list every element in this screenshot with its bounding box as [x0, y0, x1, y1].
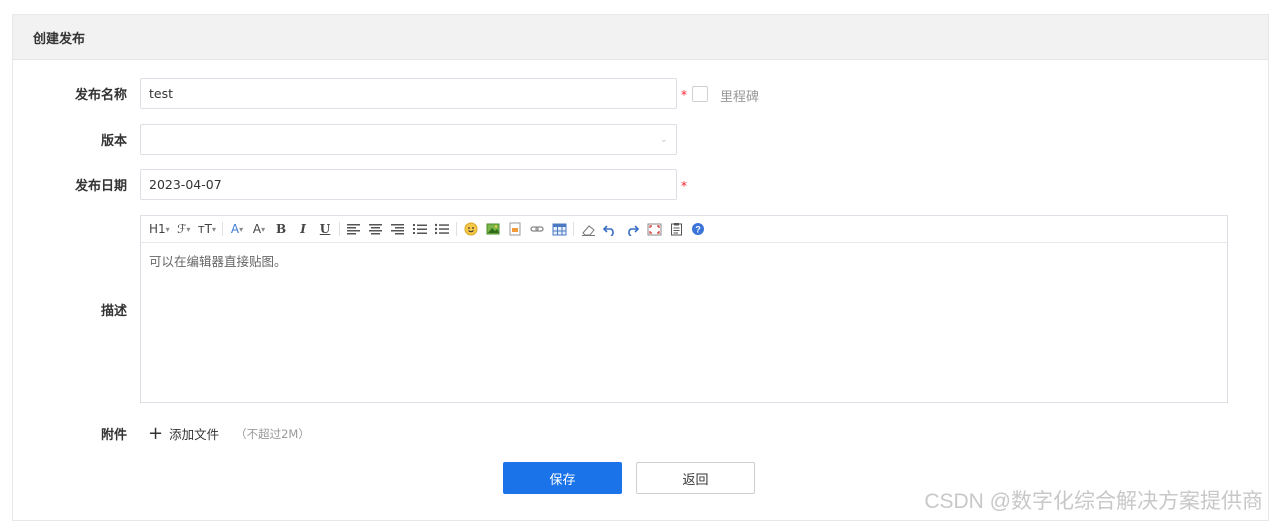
plus-icon: + — [148, 422, 164, 444]
redo-button[interactable] — [624, 220, 640, 238]
emoji-icon — [464, 222, 478, 236]
underline-button[interactable]: U — [317, 220, 333, 238]
align-center-button[interactable] — [368, 220, 384, 238]
save-button[interactable]: 保存 — [503, 462, 622, 494]
editor-placeholder: 可以在编辑器直接贴图。 — [149, 254, 287, 269]
release-name-value: test — [149, 86, 174, 101]
ordered-list-button[interactable] — [412, 220, 428, 238]
add-file-label: 添加文件 — [169, 427, 220, 442]
rich-text-editor: H1 ▾ ℱ ▾ тT ▾ A ▾ A ▾ B I U ? 可以在编辑器直接贴图… — [140, 215, 1228, 403]
emoji-button[interactable] — [463, 220, 479, 238]
chevron-down-icon: ▾ — [261, 224, 266, 234]
bg-color-label: A — [252, 222, 262, 236]
heading-label: H1 — [149, 222, 166, 236]
chevron-down-icon: ▾ — [186, 224, 191, 234]
fullscreen-icon — [647, 223, 662, 235]
table-icon — [552, 223, 567, 235]
version-row: 版本 — [13, 124, 127, 155]
release-date-value: 2023-04-07 — [149, 177, 222, 192]
table-button[interactable] — [551, 220, 567, 238]
version-select[interactable]: ⌄ — [140, 124, 677, 155]
font-size-button[interactable]: тT ▾ — [198, 220, 216, 238]
align-left-icon — [347, 224, 361, 235]
create-release-panel: 创建发布 发布名称 test * 里程碑 版本 ⌄ 发布日期 2023-04-0… — [12, 14, 1269, 521]
font-size-label: тT — [197, 222, 213, 236]
heading-button[interactable]: H1 ▾ — [149, 220, 170, 238]
ordered-list-icon — [413, 224, 428, 234]
undo-icon — [603, 224, 614, 236]
paste-button[interactable] — [668, 220, 684, 238]
eraser-button[interactable] — [580, 220, 596, 238]
toolbar-divider — [573, 222, 575, 236]
attachment-button[interactable] — [507, 220, 523, 238]
milestone-label: 里程碑 — [720, 90, 760, 105]
link-icon — [529, 226, 544, 232]
link-button[interactable] — [529, 220, 545, 238]
editor-toolbar: H1 ▾ ℱ ▾ тT ▾ A ▾ A ▾ B I U ? — [141, 216, 1227, 243]
chevron-down-icon: ⌄ — [660, 135, 668, 145]
align-center-icon — [369, 224, 383, 235]
redo-icon — [628, 224, 640, 236]
chevron-down-icon: ▾ — [212, 224, 217, 234]
add-file-button[interactable]: + 添加文件 （不超过2M） — [148, 424, 310, 443]
align-left-button[interactable] — [346, 220, 362, 238]
image-button[interactable] — [485, 220, 501, 238]
panel-title: 创建发布 — [13, 15, 1268, 60]
svg-text:?: ? — [695, 225, 701, 235]
attachment-label: 附件 — [100, 427, 127, 443]
release-date-row: 发布日期 — [13, 169, 127, 200]
release-name-row: 发布名称 — [13, 78, 127, 109]
file-size-hint: （不超过2M） — [235, 426, 310, 441]
attachment-row: 附件 — [13, 423, 127, 443]
align-right-button[interactable] — [390, 220, 406, 238]
unordered-list-button[interactable] — [434, 220, 450, 238]
clipboard-icon — [670, 223, 682, 236]
description-label: 描述 — [100, 303, 127, 319]
bold-button[interactable]: B — [273, 220, 289, 238]
font-color-label: A — [230, 222, 240, 236]
image-icon — [486, 223, 500, 235]
italic-button[interactable]: I — [295, 220, 311, 238]
milestone-checkbox[interactable] — [692, 86, 708, 102]
font-family-button[interactable]: ℱ ▾ — [176, 220, 192, 238]
eraser-icon — [581, 224, 595, 236]
release-date-label: 发布日期 — [74, 179, 127, 194]
font-family-label: ℱ — [176, 222, 187, 236]
toolbar-divider — [222, 222, 224, 236]
release-name-required-mark: * — [681, 88, 687, 102]
file-icon — [509, 222, 521, 236]
release-name-input[interactable]: test — [140, 78, 677, 109]
chevron-down-icon: ▾ — [165, 224, 170, 234]
release-name-label: 发布名称 — [74, 88, 127, 103]
release-date-required-mark: * — [681, 179, 687, 193]
help-icon: ? — [692, 223, 705, 235]
description-row: 描述 — [13, 299, 127, 319]
help-button[interactable]: ? — [690, 220, 706, 238]
unordered-list-icon — [435, 223, 450, 235]
toolbar-divider — [339, 222, 341, 236]
chevron-down-icon: ▾ — [239, 224, 244, 234]
undo-button[interactable] — [602, 220, 618, 238]
fullscreen-button[interactable] — [646, 220, 662, 238]
bg-color-button[interactable]: A ▾ — [251, 220, 267, 238]
editor-content-area[interactable]: 可以在编辑器直接贴图。 — [141, 243, 1227, 278]
font-color-button[interactable]: A ▾ — [229, 220, 245, 238]
back-button[interactable]: 返回 — [636, 462, 755, 494]
toolbar-divider — [456, 222, 458, 236]
version-label: 版本 — [100, 134, 127, 149]
align-right-icon — [391, 224, 405, 235]
release-date-input[interactable]: 2023-04-07 — [140, 169, 677, 200]
watermark: CSDN @数字化综合解决方案提供商 — [924, 490, 1263, 513]
